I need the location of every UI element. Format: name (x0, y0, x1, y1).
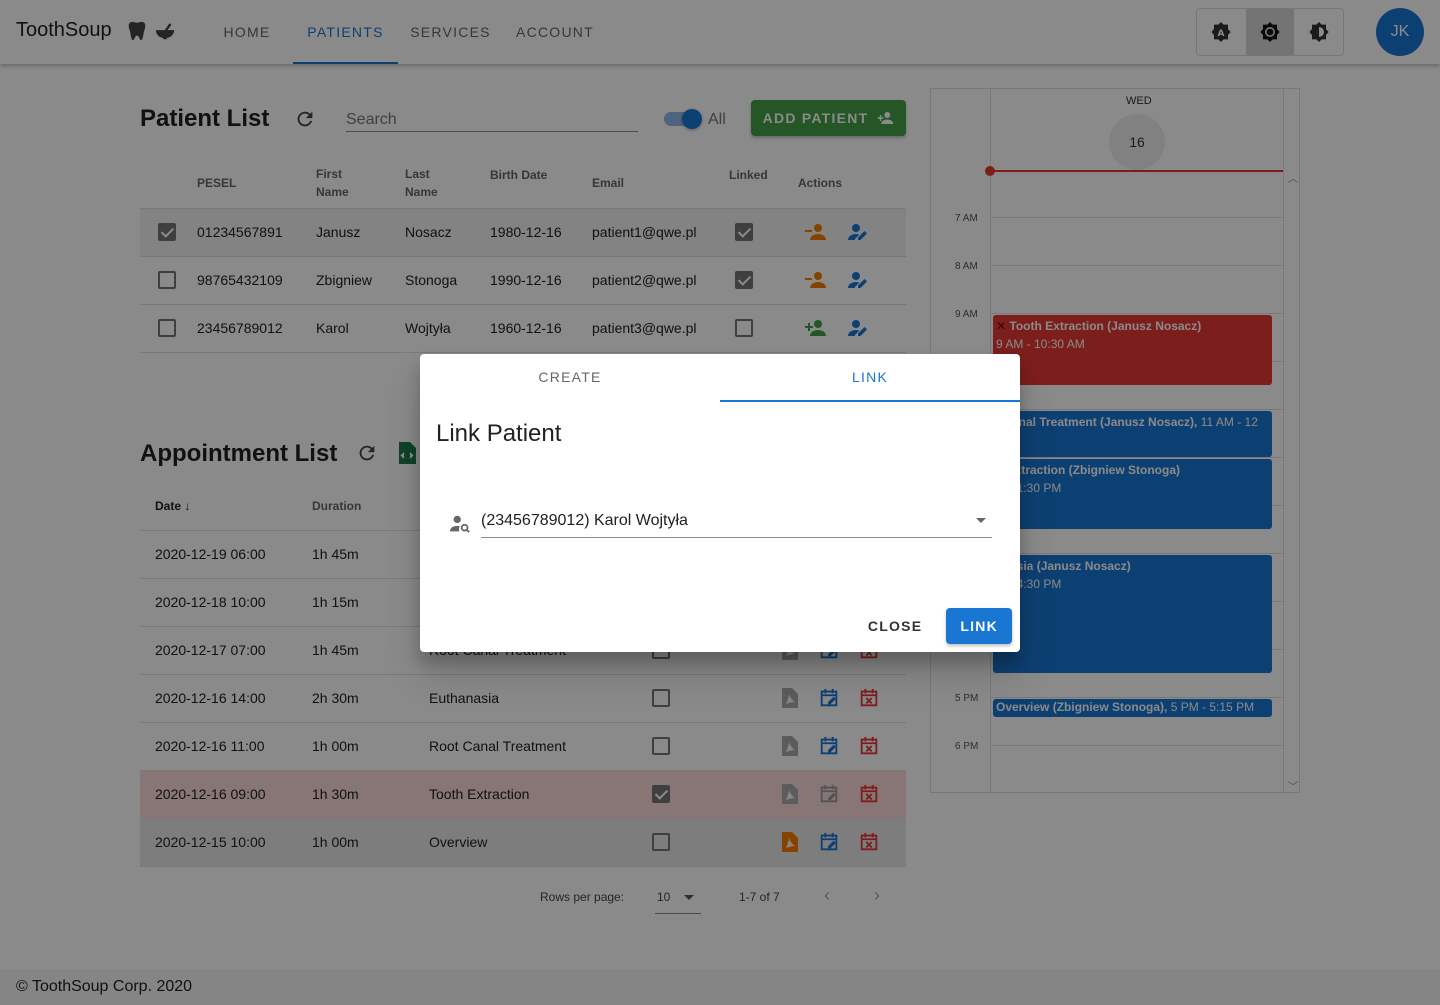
dropdown-caret-icon (976, 518, 986, 523)
dialog-tab-link[interactable]: LINK (720, 354, 1020, 402)
close-button[interactable]: CLOSE (854, 608, 936, 644)
person-search-icon (449, 515, 470, 533)
dialog-actions: CLOSE LINK (854, 608, 1012, 644)
link-patient-dialog: CREATE LINK Link Patient (23456789012) K… (420, 354, 1020, 652)
dialog-tab-create[interactable]: CREATE (420, 354, 720, 402)
patient-select-value: (23456789012) Karol Wojtyła (481, 512, 688, 529)
patient-select[interactable]: (23456789012) Karol Wojtyła (481, 504, 992, 538)
link-button[interactable]: LINK (946, 608, 1012, 644)
dialog-title: Link Patient (436, 420, 562, 447)
